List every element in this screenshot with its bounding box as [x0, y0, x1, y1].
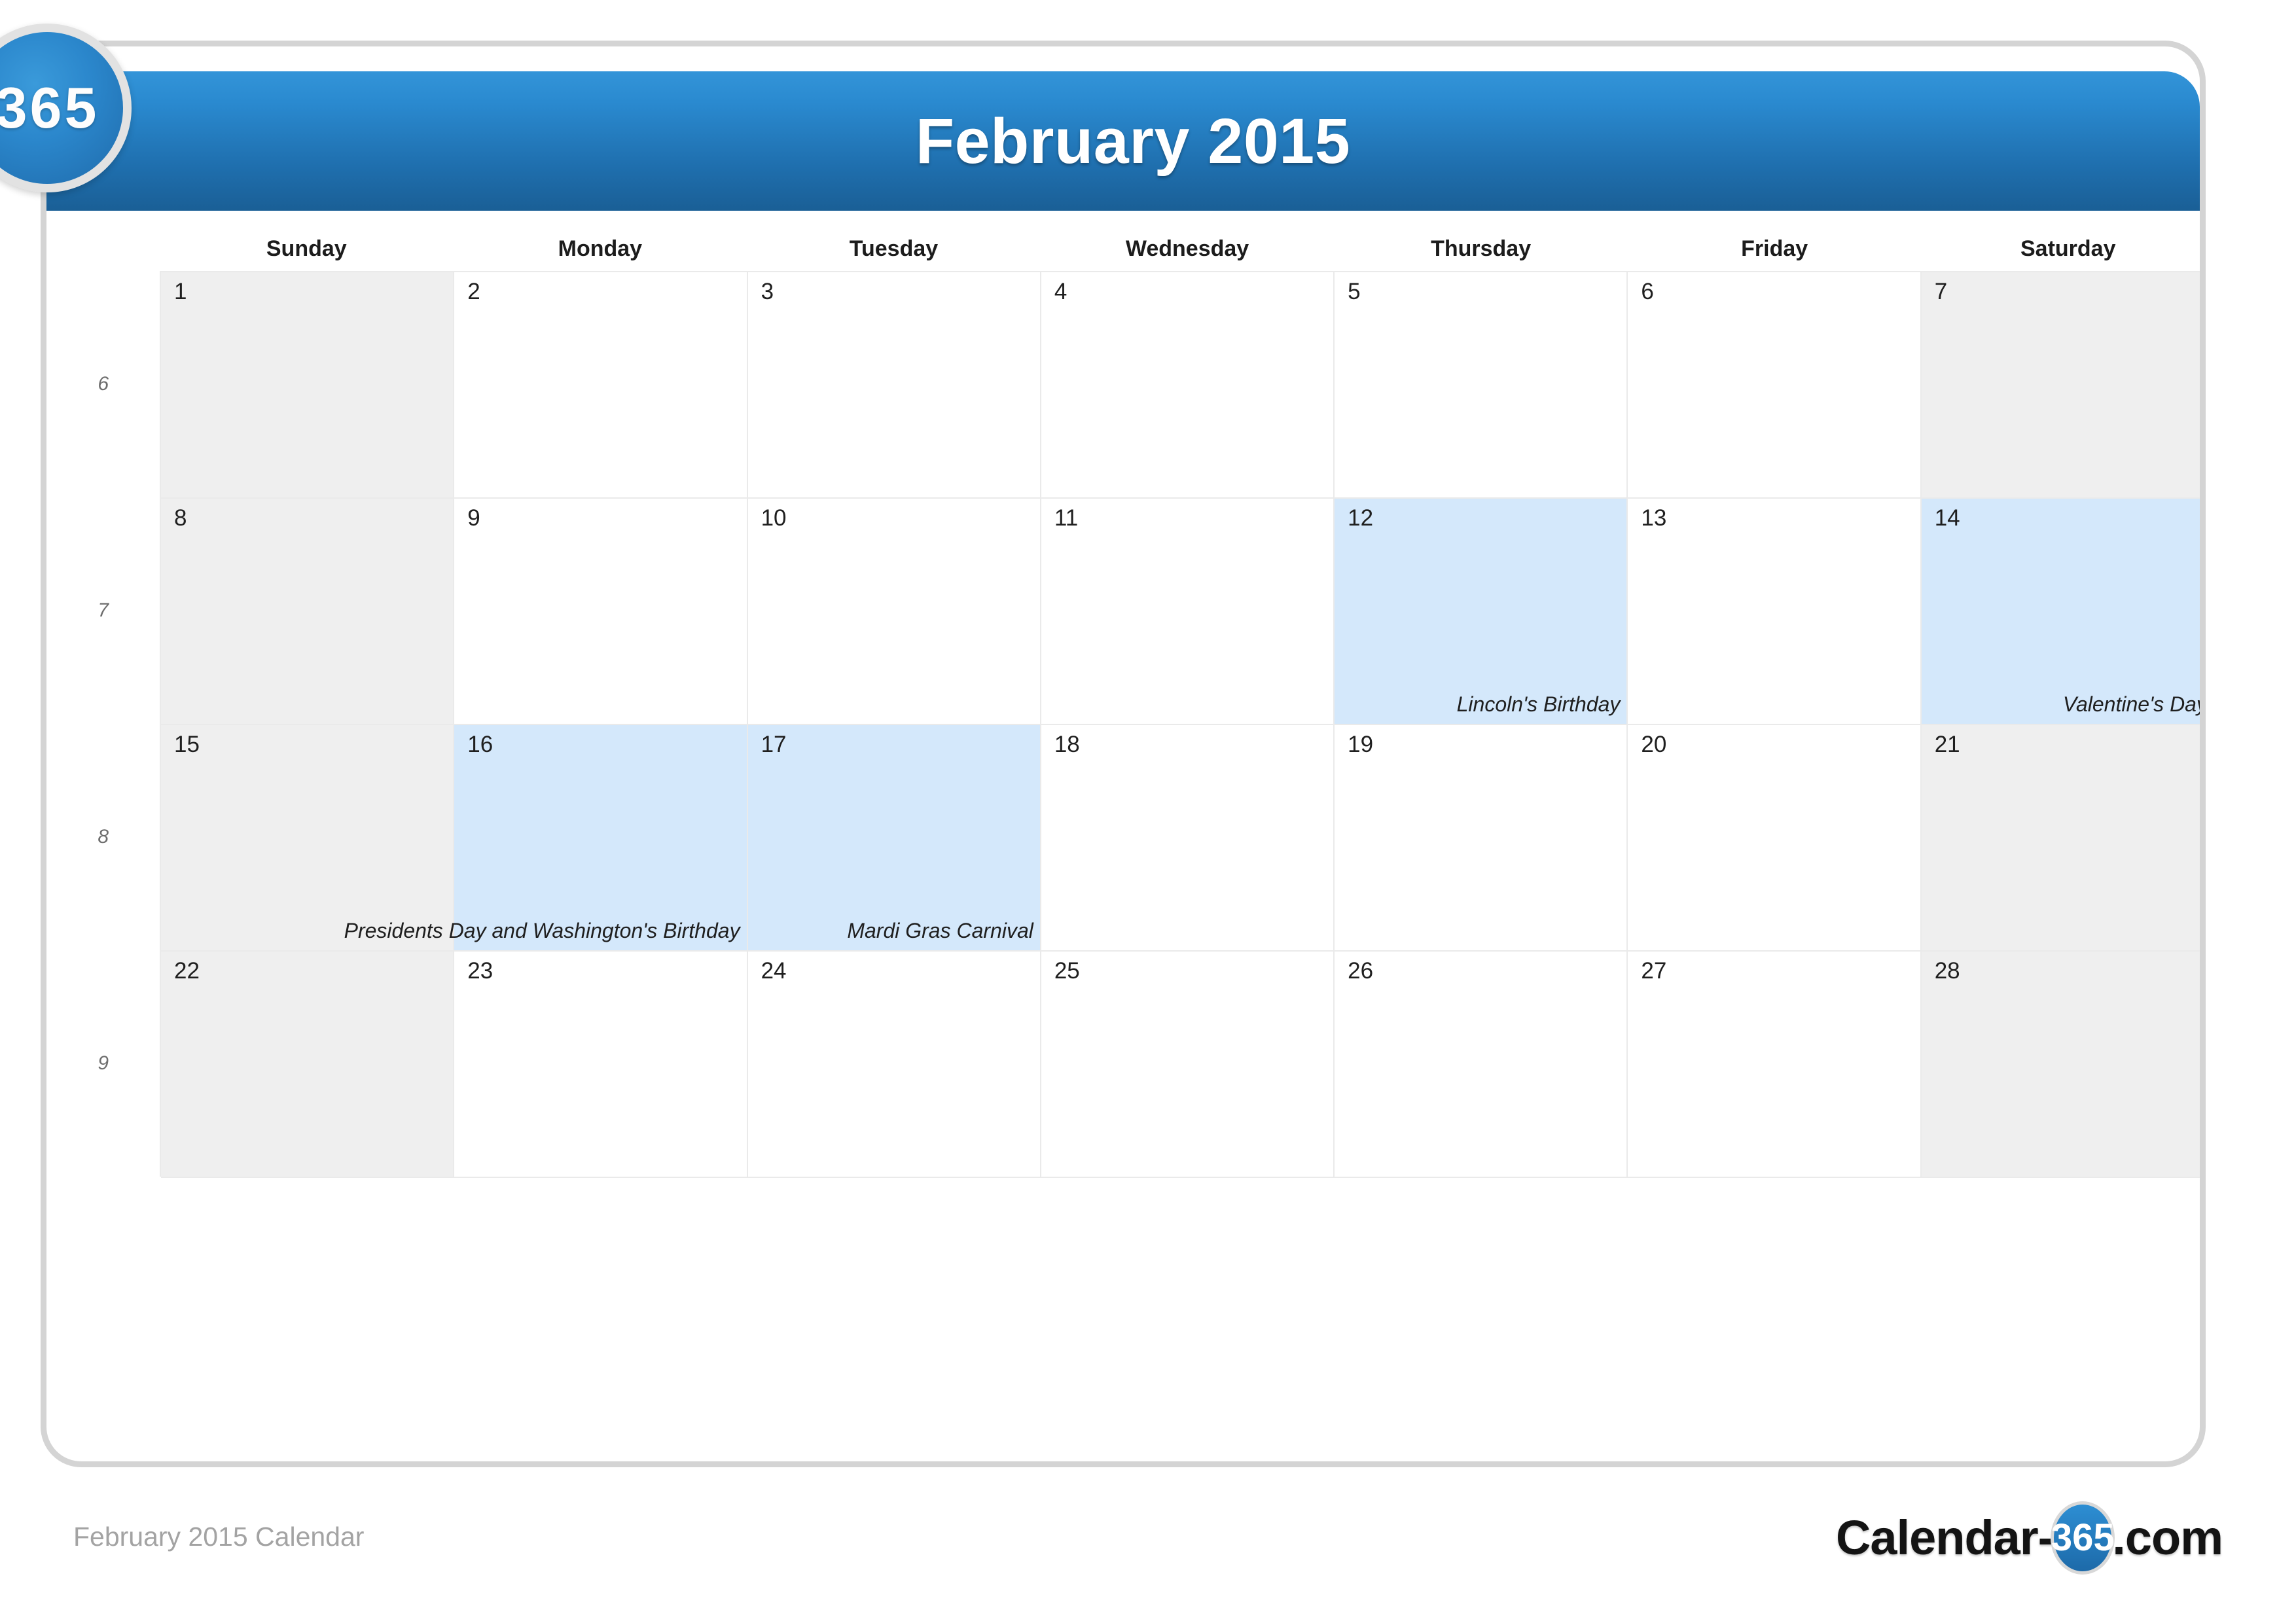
day-number: 14 [1934, 505, 1960, 531]
day-number: 26 [1348, 958, 1374, 984]
week-number: 8 [98, 826, 109, 847]
day-number: 8 [174, 505, 187, 531]
calendar-day-cell[interactable]: 22 [161, 952, 455, 1178]
day-number: 18 [1054, 732, 1080, 757]
calendar-day-cell[interactable]: 25 [1041, 952, 1335, 1178]
day-number: 11 [1054, 505, 1079, 531]
calendar-day-cell[interactable]: 15 [161, 725, 455, 952]
calendar-day-cell[interactable]: 13 [1628, 499, 1922, 725]
day-number: 3 [761, 279, 774, 304]
calendar-week-row: 1 2 3 4 5 6 7 [161, 272, 2200, 499]
calendar-day-cell[interactable]: 12 Lincoln's Birthday [1335, 499, 1628, 725]
week-number: 9 [98, 1052, 109, 1074]
day-number: 9 [467, 505, 480, 531]
holiday-label: Valentine's Day [2062, 692, 2200, 716]
week-number: 7 [98, 599, 109, 621]
calendar-day-cell[interactable]: 10 [747, 499, 1041, 725]
day-number: 20 [1641, 732, 1667, 757]
week-number-column: 6 7 8 9 [46, 271, 160, 1177]
page-title: February 2015 [915, 105, 1351, 177]
calendar-day-cell[interactable]: 16 Presidents Day and Washington's Birthd… [344, 725, 748, 952]
calendar-day-cell[interactable]: 26 [1335, 952, 1628, 1178]
calendar-day-cell[interactable]: 17 Mardi Gras Carnival [747, 725, 1041, 952]
calendar-day-cell[interactable]: 1 [161, 272, 455, 499]
calendar-day-cell[interactable]: 2 [454, 272, 748, 499]
day-number: 5 [1348, 279, 1361, 304]
weekday-header-row: Sunday Monday Tuesday Wednesday Thursday… [160, 226, 2200, 271]
day-number: 24 [761, 958, 787, 984]
calendar-day-cell[interactable]: 6 [1628, 272, 1922, 499]
calendar-day-cell[interactable]: 7 [1921, 272, 2200, 499]
weekday-header-wednesday: Wednesday [1125, 236, 1249, 261]
logo-365-circle-icon: 365 [2051, 1501, 2115, 1575]
day-number: 10 [761, 505, 787, 531]
day-number: 17 [761, 732, 787, 757]
holiday-label: Presidents Day and Washington's Birthday [344, 918, 740, 942]
calendar-day-cell[interactable]: 18 [1041, 725, 1335, 952]
day-number: 6 [1641, 279, 1654, 304]
day-number: 22 [174, 958, 200, 984]
calendar-day-cell[interactable]: 23 [454, 952, 748, 1178]
weekday-header-monday: Monday [558, 236, 643, 261]
day-number: 7 [1934, 279, 1948, 304]
day-number: 2 [467, 279, 480, 304]
calendar-day-cell[interactable]: 21 [1921, 725, 2200, 952]
calendar-day-cell[interactable]: 28 [1921, 952, 2200, 1178]
brand-365-badge-label: 365 [0, 75, 99, 140]
logo-365-text: 365 [2051, 1516, 2115, 1559]
calendar365-logo[interactable]: Calendar- 365 .com [1835, 1501, 2223, 1575]
week-number: 6 [98, 373, 109, 395]
day-number: 1 [174, 279, 187, 304]
calendar-day-cell[interactable]: 9 [454, 499, 748, 725]
weekday-header-saturday: Saturday [2020, 236, 2116, 261]
day-number: 28 [1934, 958, 1960, 984]
weekday-header-thursday: Thursday [1431, 236, 1532, 261]
weekday-header-sunday: Sunday [266, 236, 347, 261]
calendar-day-cell[interactable]: 19 [1335, 725, 1628, 952]
calendar-body: 3 6 5 Sunday Monday Tuesday Wednesday Thur… [46, 212, 2200, 1462]
calendar-day-cell[interactable]: 24 [747, 952, 1041, 1178]
calendar-day-cell[interactable]: 11 [1041, 499, 1335, 725]
calendar-day-cell[interactable]: 8 [161, 499, 455, 725]
calendar-week-row: 15 16 Presidents Day and Washington's Birt… [161, 725, 2200, 952]
calendar-header-bar: February 2015 [46, 71, 2200, 211]
footer-caption: February 2015 Calendar [73, 1522, 365, 1552]
weekday-header-tuesday: Tuesday [849, 236, 939, 261]
calendar-day-cell[interactable]: 20 [1628, 725, 1922, 952]
calendar-grid: 1 2 3 4 5 6 7 8 9 10 11 12 Lincoln's Birthday 13 14 Val… [160, 271, 2200, 1178]
calendar-week-row: 8 9 10 11 12 Lincoln's Birthday 13 14 Valentine'… [161, 499, 2200, 725]
calendar-day-cell[interactable]: 14 Valentine's Day [1921, 499, 2200, 725]
calendar-day-cell[interactable]: 3 [747, 272, 1041, 499]
day-number: 19 [1348, 732, 1374, 757]
day-number: 4 [1054, 279, 1067, 304]
calendar-week-row: 22 23 24 25 26 27 28 [161, 952, 2200, 1178]
logo-prefix-text: Calendar- [1835, 1510, 2054, 1565]
day-number: 16 [467, 732, 493, 757]
calendar-card: February 2015 365 365 Sunday Monday Tues… [0, 24, 2206, 1467]
holiday-label: Lincoln's Birthday [1456, 692, 1621, 716]
day-number: 25 [1054, 958, 1080, 984]
day-number: 21 [1934, 732, 1960, 757]
day-number: 15 [174, 732, 200, 757]
day-number: 12 [1348, 505, 1374, 531]
logo-suffix-text: .com [2112, 1510, 2223, 1565]
calendar-day-cell[interactable]: 5 [1335, 272, 1628, 499]
weekday-header-friday: Friday [1741, 236, 1808, 261]
holiday-label: Mardi Gras Carnival [847, 918, 1033, 942]
day-number: 27 [1641, 958, 1667, 984]
day-number: 23 [467, 958, 493, 984]
calendar-day-cell[interactable]: 4 [1041, 272, 1335, 499]
calendar-day-cell[interactable]: 27 [1628, 952, 1922, 1178]
day-number: 13 [1641, 505, 1667, 531]
